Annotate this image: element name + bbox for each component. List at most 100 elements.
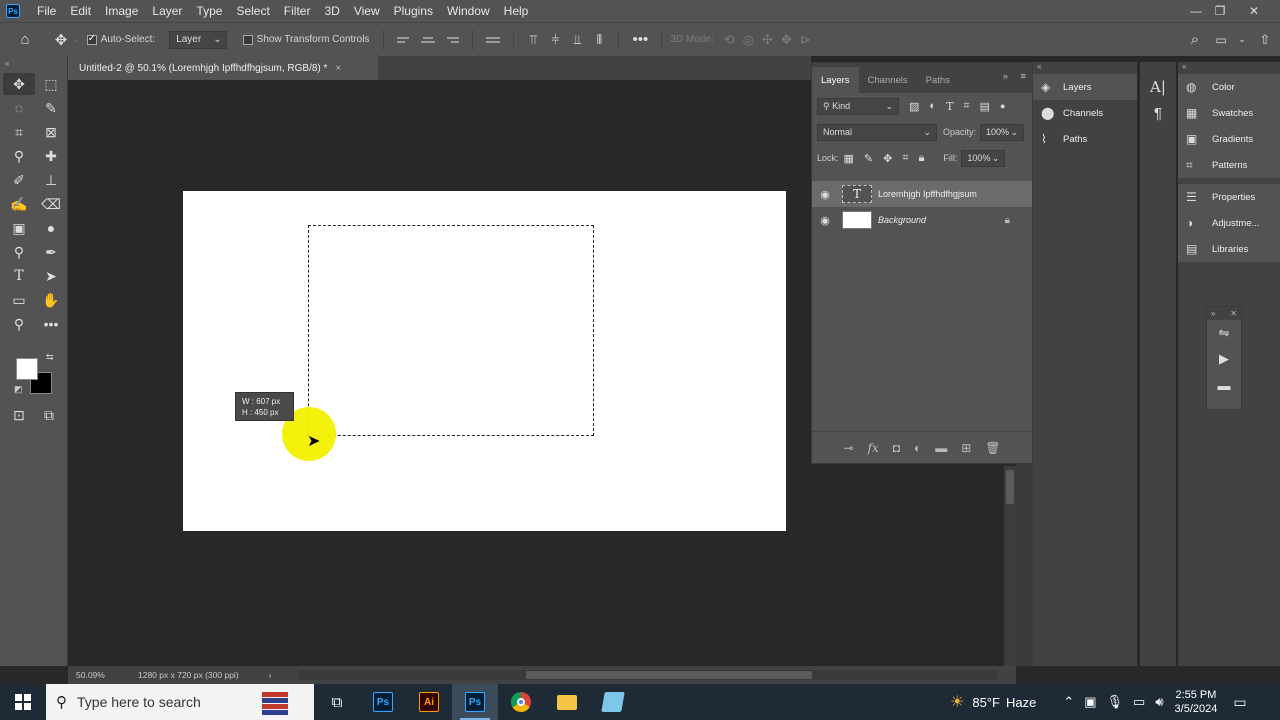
opacity-field[interactable]: 100% ⌄	[980, 123, 1025, 141]
weather-sun-icon[interactable]: ☀	[950, 692, 964, 712]
status-chevron-icon[interactable]: ›	[269, 670, 272, 680]
share-icon[interactable]: ⇧	[1256, 32, 1274, 48]
move-tool-preset-icon[interactable]: ✥	[50, 31, 72, 49]
character-panel-icon[interactable]: A|	[1140, 74, 1176, 100]
minimize-button[interactable]: —	[1184, 0, 1208, 22]
menu-plugins[interactable]: Plugins	[387, 4, 440, 18]
close-icon[interactable]: ✕	[1230, 309, 1237, 318]
taskbar-photoshop-active-app[interactable]: Ps	[452, 684, 498, 720]
taskbar-chrome-app[interactable]	[498, 684, 544, 720]
task-view-button[interactable]: ⧉	[314, 684, 360, 720]
blur-tool-icon[interactable]: ●	[35, 217, 67, 239]
start-button[interactable]	[0, 684, 46, 720]
tab-layers[interactable]: Layers	[812, 67, 859, 93]
filter-shape-icon[interactable]: ⌗	[963, 100, 969, 113]
align-right-icon[interactable]	[445, 33, 460, 47]
menu-file[interactable]: File	[30, 4, 63, 18]
menu-layer[interactable]: Layer	[145, 4, 189, 18]
menu-3d[interactable]: 3D	[317, 4, 346, 18]
move-tool-icon[interactable]: ✥	[3, 73, 35, 95]
tab-paths[interactable]: Paths	[917, 67, 959, 93]
filter-toggle-icon[interactable]: ●	[1000, 101, 1005, 111]
crop-tool-icon[interactable]: ⌗	[3, 121, 35, 143]
close-window-button[interactable]: ✕	[1242, 0, 1266, 22]
taskbar-photoshop-app[interactable]: Ps	[360, 684, 406, 720]
expand-panels-icon[interactable]: «	[1033, 62, 1137, 74]
auto-select-dropdown[interactable]: Layer ⌄	[169, 30, 227, 49]
restore-button[interactable]: ❐	[1208, 0, 1232, 22]
show-hidden-icons-chevron-icon[interactable]: ⌃	[1063, 694, 1074, 710]
lock-all-icon[interactable]: 🔒︎	[919, 152, 925, 165]
menu-help[interactable]: Help	[497, 4, 536, 18]
vertical-scrollbar[interactable]	[1004, 466, 1016, 666]
lasso-tool-icon[interactable]: ◌	[3, 97, 35, 119]
healing-brush-tool-icon[interactable]: ✚	[35, 145, 67, 167]
comments-icon[interactable]: ▬	[1207, 372, 1241, 398]
filter-type-icon[interactable]: T	[946, 100, 953, 113]
path-selection-tool-icon[interactable]: ➤	[35, 265, 67, 287]
filter-smart-object-icon[interactable]: ▤	[980, 100, 990, 113]
link-layers-icon[interactable]: ⊸	[843, 441, 853, 455]
delete-layer-icon[interactable]: 🗑︎	[985, 441, 1000, 455]
history-brush-tool-icon[interactable]: ✍	[3, 193, 35, 215]
lock-artboard-icon[interactable]: ⌗	[902, 152, 908, 165]
layer-row-text[interactable]: ◉ T Loremhjgh Ipffhdfhgjsum	[812, 181, 1032, 207]
expand-panels-icon[interactable]: «	[1178, 62, 1280, 74]
layer-name[interactable]: Background	[878, 215, 926, 225]
hand-tool-icon[interactable]: ✋	[35, 289, 67, 311]
scrollbar-thumb[interactable]	[526, 671, 812, 679]
layer-style-fx-icon[interactable]: fx	[868, 441, 879, 455]
taskbar-notes-app[interactable]	[590, 684, 636, 720]
text-box-bounding-rectangle[interactable]	[308, 225, 594, 436]
meet-now-icon[interactable]: ▣	[1084, 694, 1096, 710]
toolbar-collapse-icon[interactable]: «	[0, 56, 67, 70]
collapsed-channels-button[interactable]: ⬤ Channels	[1033, 100, 1137, 126]
close-tab-icon[interactable]: ×	[335, 63, 341, 74]
network-icon[interactable]: ▭	[1133, 694, 1145, 710]
visibility-eye-icon[interactable]: ◉	[812, 188, 838, 201]
panel-menu-icon[interactable]: ≡	[1020, 71, 1026, 82]
lock-pixels-icon[interactable]: ✎	[864, 152, 873, 165]
search-icon[interactable]: ⌕	[1186, 31, 1204, 48]
3d-orbit-icon[interactable]: ⟲	[724, 32, 735, 48]
3d-slide-icon[interactable]: ✥	[781, 32, 792, 48]
add-mask-icon[interactable]: ◘	[893, 441, 900, 455]
color-swatches[interactable]: ⇆ ◩	[14, 352, 58, 398]
collapsed-swatches-button[interactable]: ▦ Swatches	[1178, 100, 1280, 126]
swap-colors-icon[interactable]: ⇆	[46, 352, 54, 363]
align-bottom-icon[interactable]: ⫫	[566, 32, 588, 48]
align-top-icon[interactable]: ⫪	[522, 32, 544, 48]
collapsed-libraries-button[interactable]: ▤ Libraries	[1178, 236, 1280, 262]
layer-name[interactable]: Loremhjgh Ipffhdfhgjsum	[878, 189, 977, 199]
foreground-color-swatch[interactable]	[16, 358, 38, 380]
taskbar-clock[interactable]: 2:55 PM 3/5/2024	[1175, 688, 1218, 716]
collapsed-layers-button[interactable]: ◈ Layers	[1033, 74, 1137, 100]
quick-mask-icon[interactable]: ⊡	[6, 404, 32, 426]
eyedropper-tool-icon[interactable]: ⚲	[3, 145, 35, 167]
actions-play-icon[interactable]: ▶	[1207, 346, 1241, 372]
edit-toolbar-icon[interactable]: •••	[35, 313, 67, 335]
3d-pan-icon[interactable]: ✣	[762, 32, 773, 48]
quick-selection-tool-icon[interactable]: ✎	[35, 97, 67, 119]
marquee-tool-icon[interactable]: ⬚	[35, 73, 67, 95]
zoom-level[interactable]: 50.09%	[76, 670, 138, 680]
menu-edit[interactable]: Edit	[63, 4, 98, 18]
collapsed-color-button[interactable]: ◍ Color	[1178, 74, 1280, 100]
kind-filter-dropdown[interactable]: ⚲ Kind ⌄	[817, 97, 899, 115]
dodge-tool-icon[interactable]: ⚲	[3, 241, 35, 263]
collapsed-properties-button[interactable]: ☰ Properties	[1178, 184, 1280, 210]
taskbar-search-box[interactable]: ⚲ Type here to search	[46, 684, 314, 720]
align-left-icon[interactable]	[397, 33, 411, 47]
screen-mode-icon[interactable]: ⧉	[36, 404, 62, 426]
menu-type[interactable]: Type	[189, 4, 229, 18]
clone-stamp-tool-icon[interactable]: ⊥	[35, 169, 67, 191]
3d-scale-icon[interactable]: ⊳	[800, 32, 811, 48]
collapse-panel-icon[interactable]: »	[1003, 71, 1008, 82]
collapsed-patterns-button[interactable]: ⌗ Patterns	[1178, 152, 1280, 178]
microphone-icon[interactable]: 🎙︎	[1107, 694, 1124, 710]
align-middle-icon[interactable]: ⫩	[544, 32, 566, 48]
menu-image[interactable]: Image	[98, 4, 145, 18]
new-layer-icon[interactable]: ⊞	[961, 441, 971, 455]
scrollbar-thumb[interactable]	[1006, 470, 1014, 504]
notifications-icon[interactable]: ▭	[1233, 694, 1246, 711]
